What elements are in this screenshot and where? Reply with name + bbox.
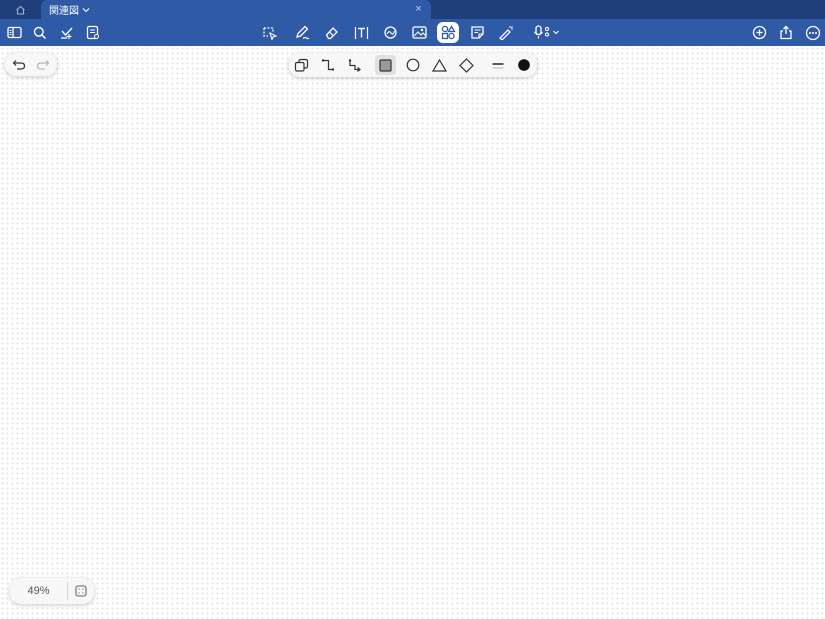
circle-icon — [406, 58, 420, 72]
color-dot-icon — [518, 59, 530, 71]
page-view-button[interactable] — [68, 578, 94, 604]
line-weight-button[interactable] — [488, 55, 508, 75]
main-toolbar — [0, 19, 825, 46]
undo-button[interactable] — [9, 55, 29, 74]
home-tab[interactable] — [0, 0, 40, 19]
page-grid-icon — [75, 585, 87, 597]
shape-toolbar — [289, 53, 537, 77]
tab-bar: 関連図 × — [0, 0, 825, 19]
connector-button[interactable] — [318, 55, 338, 75]
close-tab-button[interactable]: × — [412, 3, 425, 16]
diamond-icon — [458, 57, 474, 73]
color-picker-button[interactable] — [514, 55, 534, 75]
microphone-icon — [534, 25, 559, 39]
sidebar-toggle-button[interactable] — [2, 21, 26, 44]
zoom-level-label: 49% — [27, 585, 50, 597]
sticky-note-icon — [470, 26, 484, 39]
shapes-tool-button[interactable] — [437, 22, 459, 43]
laser-pointer-tool-button[interactable] — [494, 21, 518, 44]
share-icon — [780, 25, 792, 40]
triangle-shape-button[interactable] — [429, 55, 449, 75]
sidebar-icon — [6, 26, 22, 39]
eraser-icon — [325, 27, 338, 40]
pen-icon — [296, 25, 310, 40]
audio-record-button[interactable] — [531, 21, 563, 44]
bookmark-add-button[interactable] — [54, 21, 78, 44]
search-button[interactable] — [28, 21, 52, 44]
more-icon — [805, 25, 821, 40]
lasso-icon — [263, 27, 278, 40]
add-icon — [752, 25, 766, 40]
zoom-control: 49% — [10, 578, 94, 604]
laser-pointer-icon — [499, 26, 513, 40]
sticky-note-tool-button[interactable] — [465, 21, 489, 44]
shape-stack-icon — [294, 58, 308, 72]
drawing-canvas[interactable] — [0, 46, 825, 619]
image-tool-button[interactable] — [407, 21, 431, 44]
text-box-tool-button[interactable] — [349, 21, 373, 44]
triangle-icon — [431, 58, 447, 72]
shapes-icon — [441, 25, 456, 40]
share-button[interactable] — [774, 21, 798, 44]
add-page-button[interactable] — [747, 21, 771, 44]
elbow-connector-icon — [321, 59, 335, 71]
circle-shape-button[interactable] — [403, 55, 423, 75]
page-list-button[interactable] — [81, 21, 105, 44]
diamond-shape-button[interactable] — [456, 55, 476, 75]
image-icon — [411, 26, 427, 39]
shape-style-button[interactable] — [291, 55, 311, 75]
redo-icon — [36, 60, 50, 70]
bookmark-add-icon — [60, 27, 73, 39]
zoom-level-button[interactable]: 49% — [10, 578, 67, 604]
square-icon — [379, 58, 392, 72]
text-box-icon — [354, 26, 368, 39]
home-icon — [15, 5, 25, 15]
tab-title: 関連図 — [49, 6, 79, 17]
arrow-connector-button[interactable] — [345, 55, 365, 75]
pen-tool-button[interactable] — [290, 21, 314, 44]
undo-redo-toolbar — [5, 53, 57, 76]
chevron-down-icon[interactable] — [82, 7, 90, 13]
search-icon — [33, 26, 47, 39]
document-tab[interactable]: 関連図 × — [41, 0, 431, 19]
eraser-tool-button[interactable] — [319, 21, 343, 44]
more-options-button[interactable] — [801, 21, 825, 44]
elbow-arrow-icon — [348, 59, 361, 72]
shape-recognition-button[interactable] — [378, 21, 402, 44]
lasso-tool-button[interactable] — [258, 21, 282, 44]
rectangle-shape-button[interactable] — [375, 55, 396, 75]
page-list-icon — [86, 25, 99, 40]
undo-icon — [12, 60, 26, 70]
line-weight-icon — [492, 63, 504, 69]
redo-button[interactable] — [33, 55, 53, 74]
shape-recognition-icon — [383, 26, 397, 39]
